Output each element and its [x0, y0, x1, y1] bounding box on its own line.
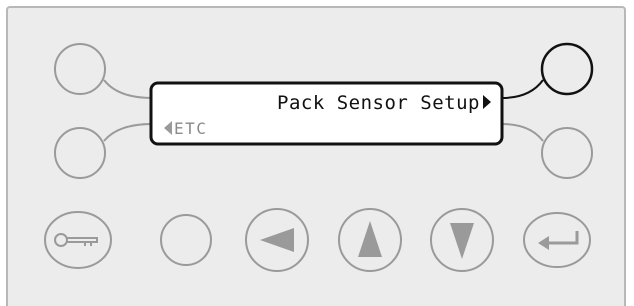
up-arrow-button[interactable] — [338, 208, 402, 272]
connector-top-right — [501, 79, 544, 99]
enter-button[interactable] — [523, 212, 591, 268]
enter-icon — [538, 231, 579, 250]
connector-bottom-right — [501, 123, 544, 142]
down-arrow-icon — [450, 223, 474, 259]
connector-bottom-left — [103, 123, 153, 142]
blank-button[interactable] — [160, 214, 212, 266]
softkey-bottom-left[interactable] — [54, 127, 106, 179]
down-arrow-button[interactable] — [430, 208, 494, 272]
key-button[interactable] — [44, 211, 112, 269]
panel-graphics — [44, 42, 594, 272]
lcd-line-2: ETC — [174, 119, 208, 138]
softkey-bottom-right[interactable] — [541, 127, 593, 179]
key-icon — [54, 233, 98, 247]
left-arrow-button[interactable] — [245, 208, 309, 272]
lcd-line-1: Pack Sensor Setup — [277, 92, 480, 114]
softkey-top-right[interactable] — [540, 42, 594, 96]
up-arrow-icon — [358, 221, 382, 257]
left-arrow-icon — [260, 228, 294, 252]
softkey-top-left[interactable] — [54, 43, 106, 95]
